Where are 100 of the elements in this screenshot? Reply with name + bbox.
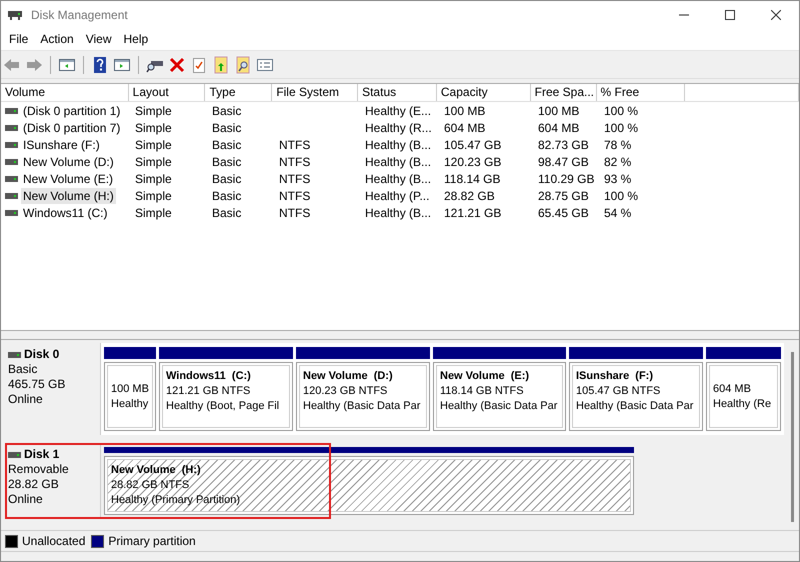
table-cell-text: 78 % (603, 136, 632, 152)
table-cell-text: Basic (211, 154, 242, 170)
table-cell-text: Healthy (B... (364, 204, 432, 220)
menu-item[interactable]: Help (118, 32, 154, 46)
menu-item[interactable]: Action (34, 32, 80, 46)
partition-size: 100 MB (111, 382, 149, 396)
help-icon[interactable] (91, 56, 109, 74)
column-header[interactable]: Free Spa... (530, 84, 596, 101)
drive-icon (5, 140, 18, 148)
table-cell-text: Simple (134, 170, 173, 186)
partition-size: 120.23 GB NTFS (303, 384, 388, 399)
table-cell-text: 604 MB (443, 120, 486, 136)
table-cell-text: Simple (134, 120, 173, 136)
partition-status: Healthy (Basic Data Par (576, 399, 694, 414)
partition-size: 118.14 GB NTFS (440, 384, 525, 399)
menu-item[interactable]: File (3, 32, 34, 46)
table-cell[interactable]: New Volume (H:) (21, 188, 116, 204)
table-cell-text: 120.23 GB (443, 154, 502, 170)
folder-search-icon[interactable] (234, 56, 252, 74)
partition-name: New Volume (H:) (111, 463, 202, 478)
partition-status: Healthy (Basic Data Par (440, 399, 558, 414)
table-cell-text: Healthy (B... (364, 154, 432, 170)
disk-name[interactable]: Disk 1 (24, 447, 60, 462)
table-cell-text: 100 % (603, 102, 640, 118)
scrollbar-thumb[interactable] (790, 352, 794, 522)
table-cell-text: 28.82 GB (443, 188, 496, 204)
disk-status: Online (8, 492, 44, 507)
table-cell-text: 28.75 GB (537, 188, 590, 204)
disk-size: 465.75 GB (8, 377, 66, 392)
column-header[interactable]: % Free (596, 84, 686, 101)
table-cell[interactable]: ISunshare (F:) (21, 136, 102, 152)
partition-status: Healthy (Boot, Page Fil (166, 399, 280, 414)
drive-icon (5, 192, 18, 200)
menu-item[interactable]: View (80, 32, 118, 46)
partition-size: 28.82 GB NTFS (111, 478, 190, 493)
table-cell[interactable]: Windows11 (C:) (21, 204, 110, 220)
partition-name: New Volume (D:) (303, 369, 394, 384)
table-cell-text: Basic (211, 120, 242, 136)
table-cell-text: Simple (134, 188, 173, 204)
table-cell-text: 98.47 GB (537, 154, 590, 170)
table-cell-text: 93 % (603, 170, 632, 186)
drive-icon (8, 450, 21, 458)
partition-block[interactable]: 604 MB Healthy (Re (709, 365, 778, 428)
table-cell-text: Basic (211, 102, 242, 118)
table-cell[interactable]: (Disk 0 partition 7) (21, 120, 122, 136)
partition-size: 105.47 GB NTFS (576, 384, 662, 399)
partition-block[interactable]: New Volume (E:) 118.14 GB NTFS Healthy (Basic Data Par (436, 365, 563, 428)
table-cell-text: Healthy (R... (364, 120, 433, 136)
table-cell[interactable]: New Volume (E:) (21, 170, 116, 186)
table-cell-text: 100 % (603, 120, 640, 136)
drive-icon (8, 350, 21, 358)
table-cell-text: 110.29 GB (537, 170, 596, 186)
partition-block[interactable]: New Volume (H:) 28.82 GB NTFS Healthy (Primary Partition) (107, 459, 631, 512)
partition-name: ISunshare (F:) (576, 369, 654, 384)
partition-name: Windows11 (C:) (166, 369, 252, 384)
table-cell-text: 105.47 GB (443, 136, 502, 152)
table-cell[interactable]: New Volume (D:) (21, 154, 116, 170)
table-cell-text: 82.73 GB (537, 136, 590, 152)
table-cell-text: NTFS (278, 154, 312, 170)
properties-icon[interactable] (190, 56, 208, 74)
partition-block[interactable]: Windows11 (C:) 121.21 GB NTFS Healthy (Boot, Page Fil (162, 365, 290, 428)
table-cell-text: 100 % (603, 188, 640, 204)
partition-status: Healthy (111, 396, 149, 412)
column-header[interactable]: Layout (128, 84, 206, 101)
table-cell-text: Basic (211, 170, 242, 186)
table-cell[interactable]: (Disk 0 partition 1) (21, 102, 122, 118)
window-title: Disk Management (31, 8, 129, 22)
table-cell-text: 604 MB (537, 120, 580, 136)
table-cell-text: Healthy (P... (364, 188, 430, 204)
table-cell-text: Healthy (E... (364, 102, 432, 118)
disk-type: Basic (8, 362, 38, 377)
disk-size: 28.82 GB (8, 477, 60, 492)
delete-icon[interactable] (168, 56, 186, 74)
table-cell-text: 100 MB (537, 102, 580, 118)
table-cell-text: Healthy (B... (364, 170, 432, 186)
legend-label: Unallocated (22, 534, 86, 548)
table-cell-text: 100 MB (443, 102, 486, 118)
partition-bar (104, 347, 156, 359)
table-cell-text: NTFS (278, 188, 312, 204)
close-icon (771, 10, 781, 20)
table-cell-text: NTFS (278, 204, 312, 220)
partition-size: 604 MB (713, 382, 752, 396)
table-cell-text: NTFS (278, 170, 312, 186)
drive-icon (7, 8, 23, 20)
disk-name[interactable]: Disk 0 (24, 347, 60, 362)
partition-size: 121.21 GB NTFS (166, 384, 252, 399)
partition-status: Healthy (Re (713, 396, 772, 412)
table-cell-text: NTFS (278, 136, 312, 152)
partition-block[interactable]: New Volume (D:) 120.23 GB NTFS Healthy (Basic Data Par (299, 365, 427, 428)
table-cell-text: Basic (211, 204, 242, 220)
drive-icon (5, 106, 18, 114)
drive-icon (5, 208, 18, 216)
partition-block[interactable]: 100 MB Healthy (107, 365, 153, 428)
partition-status: Healthy (Basic Data Par (303, 399, 422, 414)
maximize-icon (725, 10, 735, 20)
table-cell-text: Simple (134, 102, 173, 118)
partition-block[interactable]: ISunshare (F:) 105.47 GB NTFS Healthy (Basic Data Par (572, 365, 700, 428)
table-cell-text: 54 % (603, 204, 632, 220)
table-cell-text: Simple (134, 154, 173, 170)
drive-icon (5, 158, 18, 166)
